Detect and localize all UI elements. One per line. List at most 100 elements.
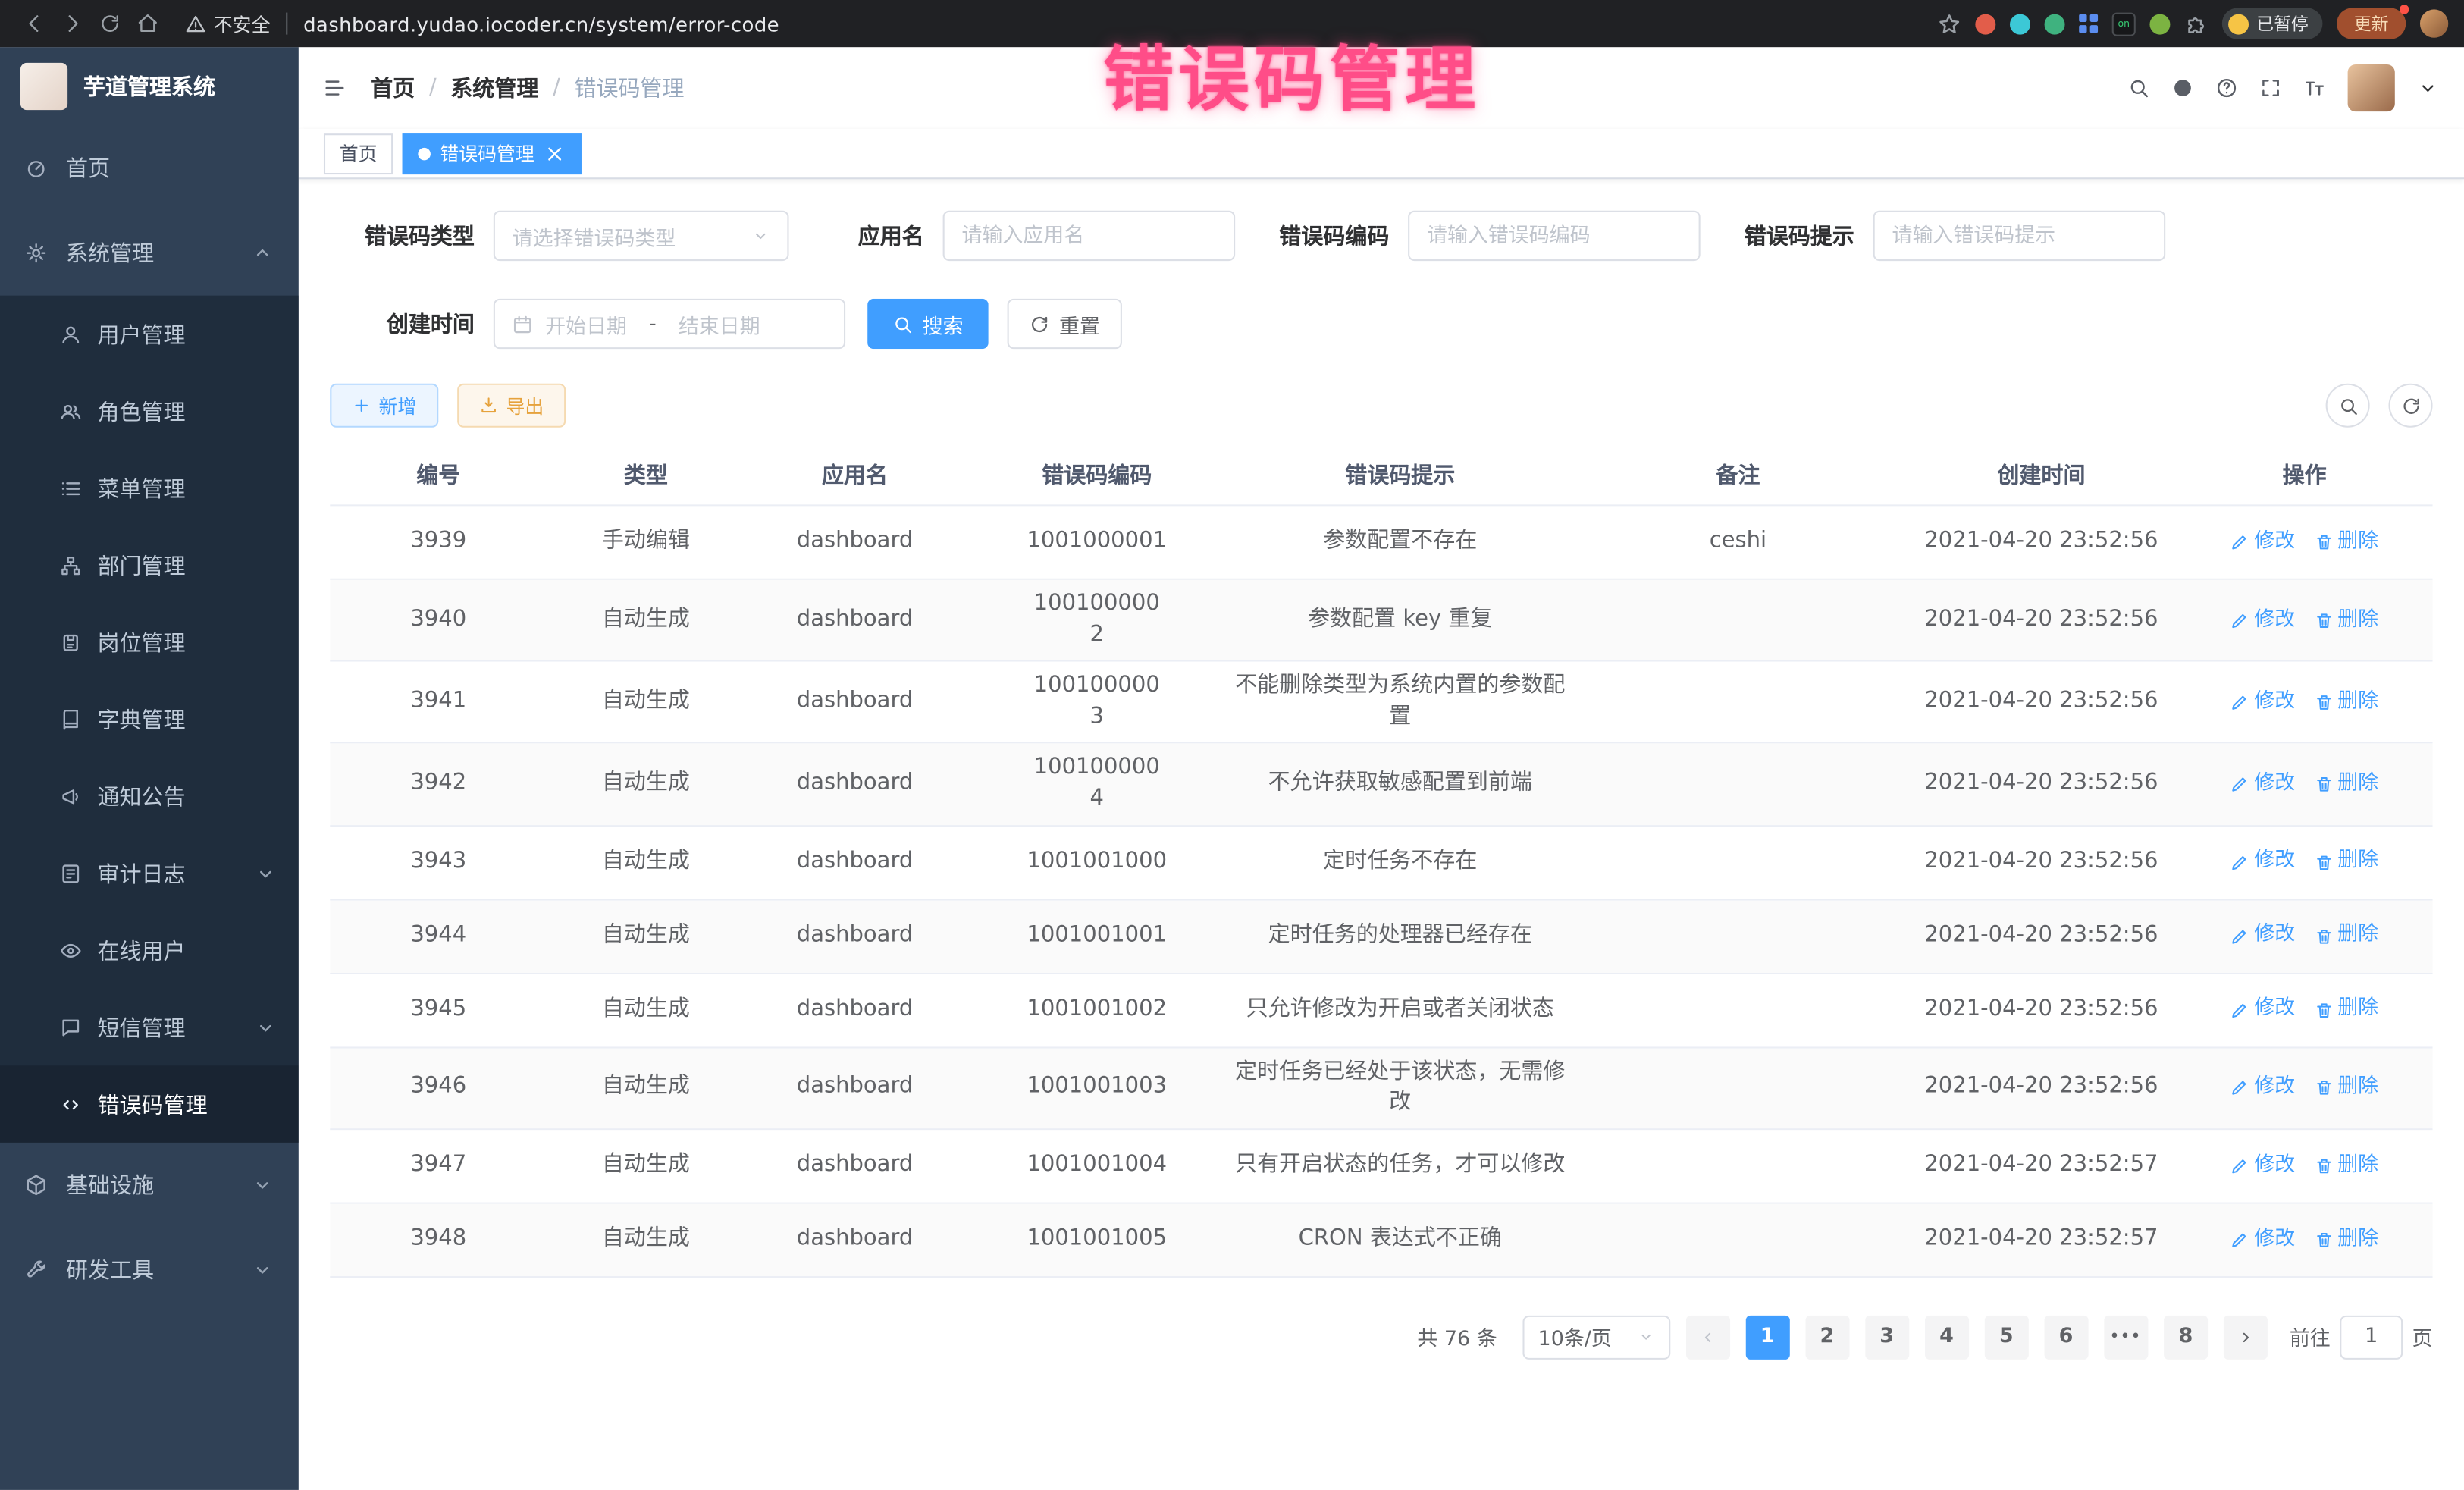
cell-actions: 修改 删除 — [2178, 1216, 2431, 1264]
reload-icon[interactable] — [91, 5, 129, 42]
sidebar-item-system[interactable]: 系统管理 — [0, 211, 299, 296]
fullscreen-icon[interactable] — [2260, 77, 2282, 99]
page-button-1[interactable]: 1 — [1745, 1315, 1789, 1359]
font-size-icon[interactable] — [2304, 77, 2326, 99]
error-hint-field[interactable] — [1873, 211, 2166, 261]
trash-icon — [2314, 775, 2333, 794]
sidebar-item-infrastructure[interactable]: 基础设施 — [0, 1143, 299, 1228]
extension-icon-proxy[interactable]: on — [2112, 12, 2136, 36]
sidebar-item-roles[interactable]: 角色管理 — [0, 372, 299, 450]
table-row: 3939 手动编辑 dashboard 1001000001 参数配置不存在 c… — [330, 506, 2432, 579]
extension-icon-grid[interactable] — [2079, 14, 2098, 33]
sidebar-item-error-code[interactable]: 错误码管理 — [0, 1065, 299, 1143]
edit-link[interactable]: 修改 — [2230, 996, 2295, 1024]
extensions-puzzle-icon[interactable] — [2184, 12, 2208, 36]
delete-link[interactable]: 删除 — [2314, 848, 2378, 877]
address-bar[interactable]: dashboard.yudao.iocoder.cn/system/error-… — [303, 12, 779, 36]
bookmark-star-icon[interactable] — [1938, 12, 1961, 36]
page-button-8[interactable]: 8 — [2164, 1315, 2208, 1359]
extension-icon-red[interactable] — [1975, 14, 1995, 34]
edit-link[interactable]: 修改 — [2230, 922, 2295, 951]
sidebar-item-users[interactable]: 用户管理 — [0, 296, 299, 373]
tab-error-code[interactable]: 错误码管理 — [403, 133, 582, 174]
error-hint-input[interactable] — [1892, 224, 2147, 247]
sidebar-item-audit-log[interactable]: 审计日志 — [0, 835, 299, 912]
delete-link[interactable]: 删除 — [2314, 770, 2378, 798]
page-size-select[interactable]: 10条/页 — [1522, 1315, 1670, 1359]
app-logo[interactable]: 芋道管理系统 — [0, 47, 299, 126]
reset-button[interactable]: 重置 — [1008, 299, 1122, 349]
help-icon[interactable] — [2216, 77, 2238, 99]
extension-icon-teal[interactable] — [2010, 14, 2030, 34]
user-avatar[interactable] — [2348, 64, 2395, 111]
github-icon[interactable] — [2171, 77, 2193, 99]
breadcrumb-system[interactable]: 系统管理 — [450, 72, 538, 103]
sidebar-item-notices[interactable]: 通知公告 — [0, 758, 299, 835]
delete-link[interactable]: 删除 — [2314, 1225, 2378, 1254]
page-button-4[interactable]: 4 — [1924, 1315, 1968, 1359]
tab-home[interactable]: 首页 — [324, 133, 393, 174]
security-indicator[interactable]: 不安全 — [186, 10, 271, 36]
chevron-down-icon — [1637, 1328, 1654, 1346]
app-name-field[interactable] — [943, 211, 1236, 261]
sidebar-item-positions[interactable]: 岗位管理 — [0, 604, 299, 681]
error-type-select[interactable]: 请选择错误码类型 — [494, 211, 789, 261]
browser-home-icon[interactable] — [129, 5, 167, 42]
delete-link[interactable]: 删除 — [2314, 688, 2378, 717]
add-button[interactable]: 新增 — [330, 384, 438, 428]
delete-link[interactable]: 删除 — [2314, 528, 2378, 557]
hamburger-icon[interactable] — [324, 77, 346, 99]
extension-icon-green[interactable] — [2149, 14, 2170, 34]
sidebar-item-dictionary[interactable]: 字典管理 — [0, 680, 299, 758]
delete-link[interactable]: 删除 — [2314, 1074, 2378, 1103]
export-button[interactable]: 导出 — [457, 384, 566, 428]
refresh-table-button[interactable] — [2389, 384, 2433, 428]
toggle-search-button[interactable] — [2326, 384, 2370, 428]
page-button-3[interactable]: 3 — [1865, 1315, 1909, 1359]
vue-devtools-icon[interactable] — [2045, 14, 2065, 34]
goto-page-input[interactable] — [2340, 1315, 2403, 1359]
edit-link[interactable]: 修改 — [2230, 528, 2295, 557]
edit-link[interactable]: 修改 — [2230, 848, 2295, 877]
sidebar-item-departments[interactable]: 部门管理 — [0, 526, 299, 604]
error-code-input[interactable] — [1427, 224, 1682, 247]
edit-link[interactable]: 修改 — [2230, 606, 2295, 635]
profile-paused-badge[interactable]: 已暂停 — [2222, 8, 2323, 39]
delete-link[interactable]: 删除 — [2314, 996, 2378, 1024]
page-button-2[interactable]: 2 — [1805, 1315, 1849, 1359]
page-button-5[interactable]: 5 — [1984, 1315, 2028, 1359]
search-button[interactable]: 搜索 — [867, 299, 989, 349]
forward-icon[interactable] — [53, 5, 91, 42]
page-button-6[interactable]: 6 — [2044, 1315, 2088, 1359]
sidebar-item-devtools[interactable]: 研发工具 — [0, 1228, 299, 1313]
delete-link[interactable]: 删除 — [2314, 606, 2378, 635]
browser-avatar[interactable] — [2420, 9, 2448, 37]
error-code-field[interactable] — [1408, 211, 1701, 261]
table-toolbar: 新增 导出 — [330, 384, 2432, 428]
sidebar-item-menus[interactable]: 菜单管理 — [0, 450, 299, 527]
next-page-button[interactable] — [2224, 1315, 2268, 1359]
edit-link[interactable]: 修改 — [2230, 1074, 2295, 1103]
back-icon[interactable] — [16, 5, 54, 42]
search-icon[interactable] — [2127, 77, 2149, 99]
update-button[interactable]: 更新 — [2337, 8, 2406, 39]
sidebar-item-home[interactable]: 首页 — [0, 126, 299, 211]
sidebar-item-sms[interactable]: 短信管理 — [0, 989, 299, 1066]
edit-link[interactable]: 修改 — [2230, 770, 2295, 798]
delete-link[interactable]: 删除 — [2314, 922, 2378, 951]
prev-page-button[interactable] — [1685, 1315, 1729, 1359]
edit-link[interactable]: 修改 — [2230, 688, 2295, 717]
sidebar-item-online-users[interactable]: 在线用户 — [0, 911, 299, 989]
edit-link[interactable]: 修改 — [2230, 1152, 2295, 1181]
breadcrumb-home[interactable]: 首页 — [371, 72, 415, 103]
more-pages-button[interactable]: ••• — [2104, 1315, 2149, 1359]
cell-actions: 修改 删除 — [2178, 679, 2431, 726]
app-name-input[interactable] — [961, 224, 1216, 247]
caret-down-icon[interactable] — [2417, 77, 2439, 99]
close-icon[interactable] — [544, 143, 566, 165]
edit-link[interactable]: 修改 — [2230, 1225, 2295, 1254]
date-range-picker[interactable]: 开始日期 - 结束日期 — [494, 299, 845, 349]
delete-link[interactable]: 删除 — [2314, 1152, 2378, 1181]
tool-icon — [25, 1259, 47, 1281]
table-row: 3948 自动生成 dashboard 1001001005 CRON 表达式不… — [330, 1203, 2432, 1277]
